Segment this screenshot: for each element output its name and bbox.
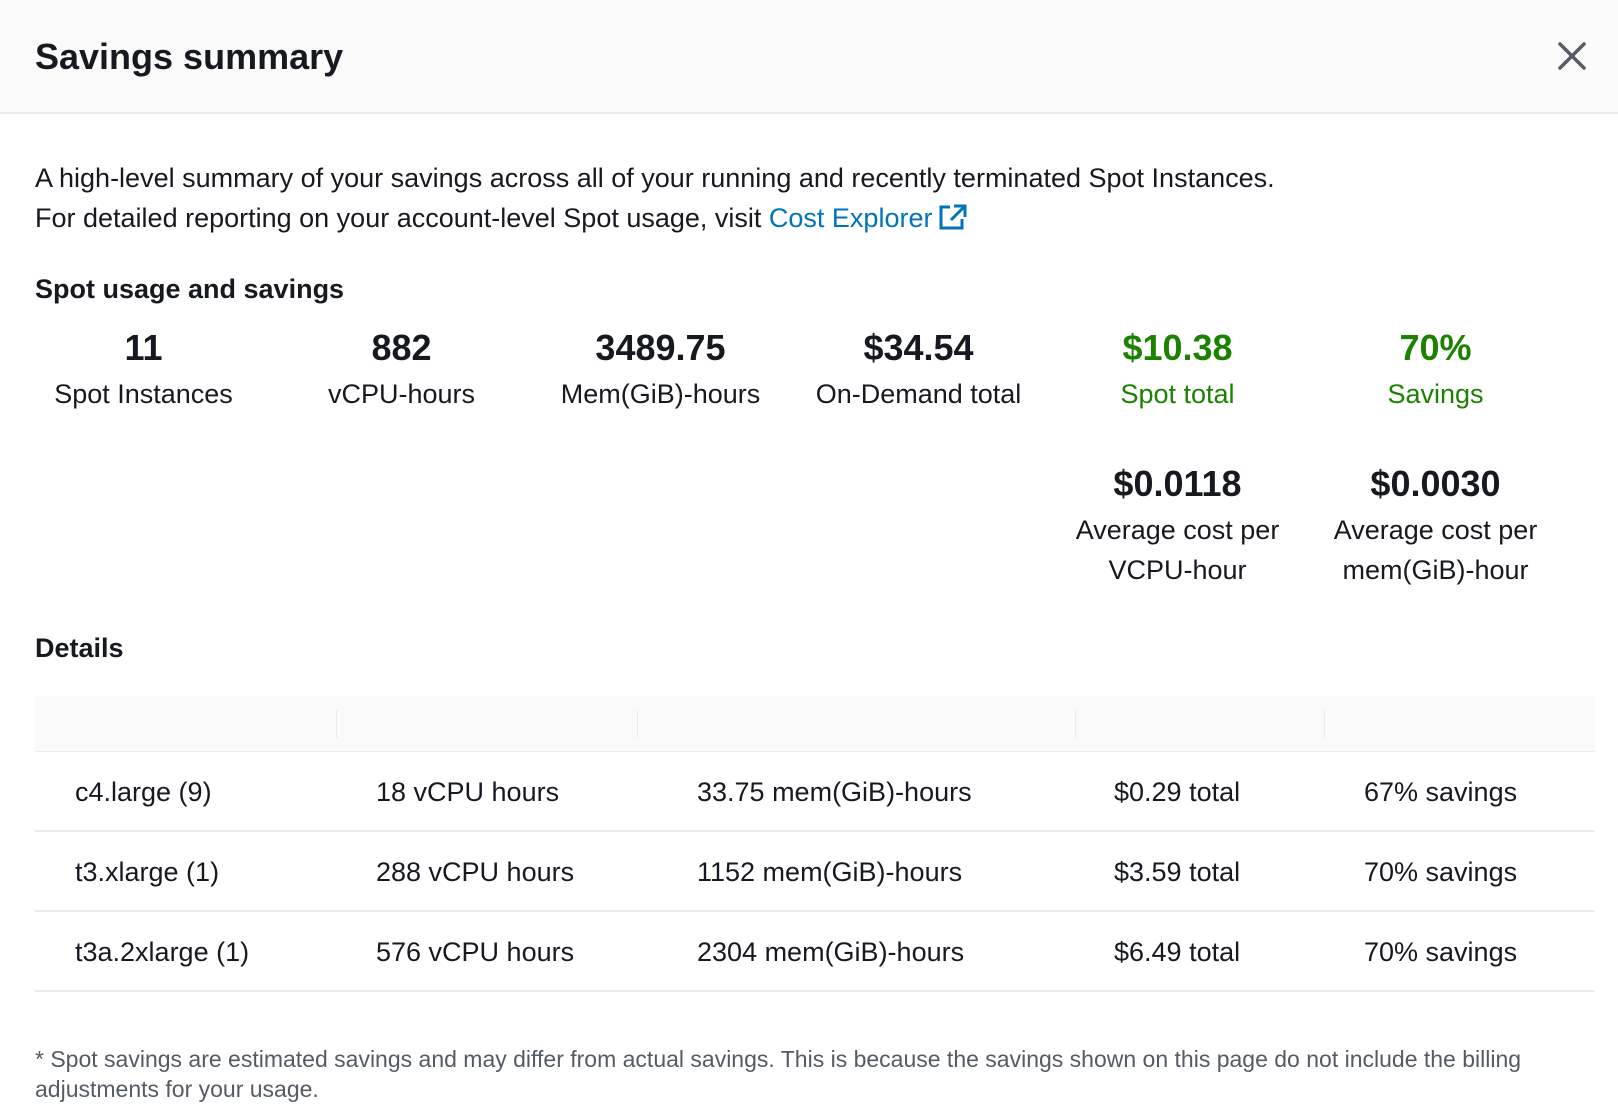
cell-instance-type: t3.xlarge (1) [75,857,220,887]
metric-spot-total: $10.38 Spot total [1044,326,1311,414]
metric-value: $0.0030 [1370,463,1501,504]
cell-total: $6.49 total [1114,937,1241,967]
details-table: c4.large (9) 18 vCPU hours 33.75 mem(GiB… [35,696,1595,992]
metric-label: Savings [1387,379,1484,409]
cell-savings: 70% savings [1364,937,1518,967]
close-button[interactable] [1552,36,1592,76]
metric-spot-instances: 11 Spot Instances [10,326,277,414]
metric-label: Spot Instances [54,379,233,409]
cell-mem-hours: 1152 mem(GiB)-hours [697,857,963,887]
cell-instance-type: t3a.2xlarge (1) [75,937,250,967]
cell-savings: 67% savings [1364,777,1518,807]
metric-label-line-1: Average cost per [1333,515,1538,545]
metric-label: Average cost per mem(GiB)-hour [1302,510,1569,590]
intro-text: A high-level summary of your savings acr… [35,158,1275,242]
cell-total: $0.29 total [1114,777,1241,807]
metric-label: On-Demand total [815,379,1022,409]
cost-explorer-link[interactable]: Cost Explorer [769,203,969,233]
cell-mem-hours: 33.75 mem(GiB)-hours [697,777,972,807]
cell-vcpu-hours: 18 vCPU hours [376,777,560,807]
metric-value: 882 [371,327,432,368]
intro-line-2: For detailed reporting on your account-l… [35,198,1275,242]
metric-value: 70% [1399,327,1472,368]
metric-value: 3489.75 [595,327,726,368]
cell-vcpu-hours: 288 vCPU hours [376,857,575,887]
table-header [35,696,1595,752]
metric-vcpu-hours: 882 vCPU-hours [268,326,535,414]
metric-avg-cost-mem: $0.0030 Average cost per mem(GiB)-hour [1302,462,1569,590]
column-divider [336,710,337,738]
cost-explorer-link-label: Cost Explorer [768,203,933,233]
metric-label-line-1: Average cost per [1075,515,1280,545]
metric-value: $0.0118 [1113,463,1242,504]
metric-label: Average cost per VCPU-hour [1044,510,1311,590]
cell-mem-hours: 2304 mem(GiB)-hours [697,937,965,967]
intro-line-1: A high-level summary of your savings acr… [35,163,1275,193]
metric-value: $10.38 [1122,327,1233,368]
modal-title: Savings summary [35,36,344,77]
metric-label: vCPU-hours [327,379,476,409]
details-section-title: Details [35,633,124,663]
metric-label: Mem(GiB)-hours [560,379,761,409]
usage-section-title: Spot usage and savings [35,274,345,304]
metric-label-line-2: VCPU-hour [1108,555,1247,585]
column-divider [1324,710,1325,738]
cell-vcpu-hours: 576 vCPU hours [376,937,575,967]
metric-value: 11 [124,327,163,368]
cell-savings: 70% savings [1364,857,1518,887]
close-icon [1558,42,1586,70]
external-link-icon [938,202,968,242]
modal-header: Savings summary [0,0,1618,114]
table-row: c4.large (9) 18 vCPU hours 33.75 mem(GiB… [35,752,1595,832]
metric-value: $34.54 [863,327,974,368]
metric-label-line-2: mem(GiB)-hour [1342,555,1529,585]
column-divider [1075,710,1076,738]
footnote: * Spot savings are estimated savings and… [35,1046,1522,1102]
metric-mem-hours: 3489.75 Mem(GiB)-hours [527,326,794,414]
savings-summary-modal: Savings summary A high-level summary of … [0,0,1618,1116]
metric-avg-cost-vcpu: $0.0118 Average cost per VCPU-hour [1044,462,1311,590]
table-row: t3.xlarge (1) 288 vCPU hours 1152 mem(Gi… [35,832,1595,912]
metric-savings: 70% Savings [1302,326,1569,414]
cell-total: $3.59 total [1114,857,1241,887]
metric-on-demand-total: $34.54 On-Demand total [785,326,1052,414]
column-divider [637,710,638,738]
metric-label: Spot total [1120,379,1235,409]
cell-instance-type: c4.large (9) [75,777,212,807]
intro-line-2-prefix: For detailed reporting on your account-l… [35,203,769,233]
table-row: t3a.2xlarge (1) 576 vCPU hours 2304 mem(… [35,912,1595,992]
